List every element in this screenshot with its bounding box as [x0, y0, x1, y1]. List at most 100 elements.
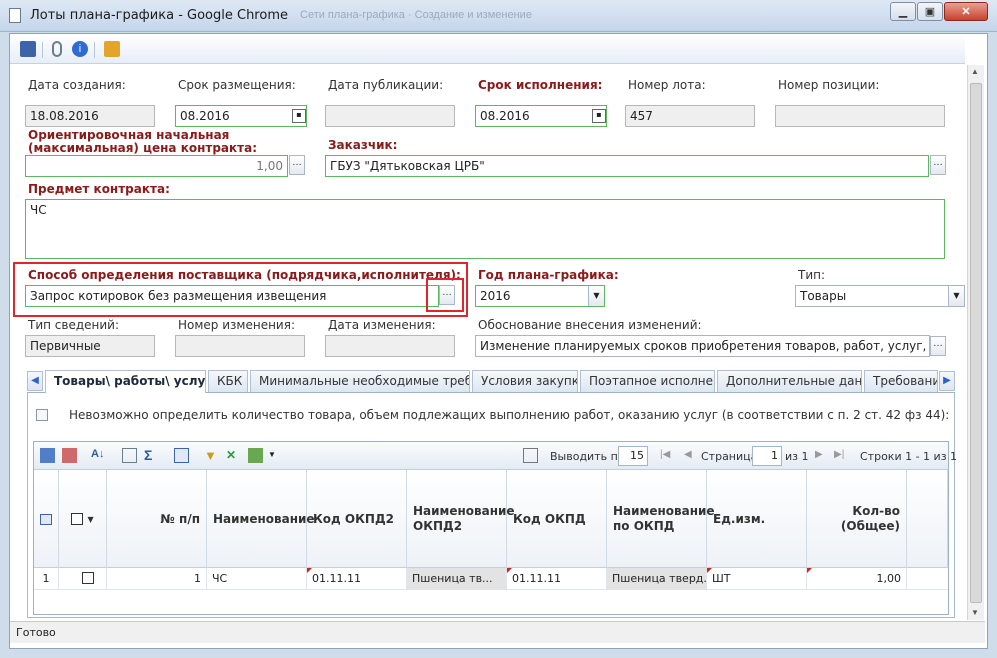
page-input[interactable]: 1	[752, 446, 782, 466]
row-checkbox[interactable]	[59, 568, 107, 590]
tab-kbk[interactable]: КБК	[208, 370, 248, 392]
col-quantity[interactable]: Кол-во (Общее)	[807, 470, 907, 568]
tab-goods[interactable]: Товары\ работы\ услуги	[45, 370, 206, 393]
type-select[interactable]: Товары ▼	[795, 285, 965, 307]
col-unit[interactable]: Ед.изм.	[707, 470, 807, 568]
calendar-icon[interactable]: ▪	[292, 109, 306, 123]
plan-year-select[interactable]: 2016 ▼	[475, 285, 605, 307]
page-size-input[interactable]: 15	[618, 446, 648, 466]
lot-number-field: 457	[625, 105, 755, 127]
tab-requirements-min[interactable]: Минимальные необходимые требования	[250, 370, 470, 392]
row-num: 1	[107, 568, 207, 590]
page-of-label: из 1	[785, 450, 809, 463]
delete-row-icon[interactable]	[62, 448, 77, 463]
supplier-method-label: Способ определения поставщика (подрядчик…	[28, 268, 461, 282]
row-quantity[interactable]: 1,00	[807, 568, 907, 590]
export-icon[interactable]	[248, 448, 263, 463]
page-icon	[9, 8, 21, 23]
col-okpd-code[interactable]: Код ОКПД	[507, 470, 607, 568]
row-name[interactable]: ЧС	[207, 568, 307, 590]
select-all-checkbox[interactable]: ▼	[59, 470, 107, 568]
change-date-field	[325, 335, 455, 357]
chevron-down-icon[interactable]: ▼	[948, 286, 964, 306]
execution-term-label: Срок исполнения:	[478, 78, 603, 92]
grid-toolbar: A↓ Σ ▼ ✕ ▼ Выводить по 15 |◀ ◀ Страница …	[34, 442, 957, 470]
toolbar-separator	[42, 42, 43, 58]
supplier-method-field[interactable]: Запрос котировок без размещения извещени…	[25, 285, 439, 307]
info-icon[interactable]: i	[72, 41, 88, 57]
tab-strip: ◀ Товары\ работы\ услуги КБК Минимальные…	[27, 370, 955, 393]
plan-year-value: 2016	[480, 289, 511, 303]
subject-label: Предмет контракта:	[28, 182, 170, 196]
info-type-label: Тип сведений:	[28, 318, 120, 332]
placement-term-field[interactable]: 08.2016 ▪	[175, 105, 307, 127]
change-reason-label: Обоснование внесения изменений:	[478, 318, 702, 332]
publish-date-label: Дата публикации:	[328, 78, 444, 92]
row-okpd-name: Пшеница тверд...	[607, 568, 707, 590]
chevron-down-icon[interactable]: ▼	[268, 450, 276, 459]
tab-scroll-right-icon[interactable]: ▶	[939, 371, 955, 391]
row-okpd-code[interactable]: 01.11.11	[507, 568, 607, 590]
table-settings-icon[interactable]	[174, 448, 189, 463]
subject-textarea[interactable]: ЧС	[25, 199, 945, 259]
tab-purchase-conditions[interactable]: Условия закупки	[472, 370, 578, 392]
impossible-quantity-label: Невозможно определить количество товара,…	[69, 408, 950, 422]
next-page-icon[interactable]: ▶	[815, 449, 823, 460]
col-num[interactable]: № п/п	[107, 470, 207, 568]
scroll-up-icon[interactable]: ▲	[971, 67, 979, 76]
date-created-label: Дата создания:	[28, 78, 126, 92]
prev-page-icon[interactable]: ◀	[684, 449, 692, 460]
calendar-icon[interactable]: ▪	[592, 109, 606, 123]
exit-icon[interactable]	[104, 41, 120, 57]
col-okpd-name[interactable]: Наименование по ОКПД	[607, 470, 715, 568]
save-icon[interactable]	[20, 41, 36, 57]
attachment-icon[interactable]	[52, 41, 62, 57]
change-reason-field[interactable]: Изменение планируемых сроков приобретени…	[475, 335, 930, 357]
initial-price-field[interactable]: 1,00	[25, 155, 288, 177]
date-created-field: 18.08.2016	[25, 105, 155, 127]
col-okpd2-name[interactable]: Наименование ОКПД2	[407, 470, 515, 568]
row-unit[interactable]: ШТ	[707, 568, 807, 590]
close-button[interactable]: ✕	[944, 2, 988, 21]
col-okpd2-code[interactable]: Код ОКПД2	[307, 470, 407, 568]
type-value: Товары	[800, 289, 847, 303]
excel-icon[interactable]: ✕	[226, 448, 241, 463]
row-okpd2-code[interactable]: 01.11.11	[307, 568, 407, 590]
publish-date-field	[325, 105, 455, 127]
vertical-scrollbar[interactable]: ▲ ▼	[967, 65, 984, 620]
type-label: Тип:	[798, 268, 826, 282]
table-row[interactable]: 1 1 ЧС 01.11.11 Пшеница тв... 01.11.11 П…	[34, 568, 948, 590]
tab-additional-data[interactable]: Дополнительные данные	[717, 370, 862, 392]
maximize-button[interactable]: ▣	[917, 2, 943, 21]
minimize-button[interactable]: ▁	[890, 2, 916, 21]
row-index: 1	[34, 568, 59, 590]
sum-icon[interactable]: Σ	[144, 448, 159, 463]
col-name[interactable]: Наименование	[207, 470, 315, 568]
first-page-icon[interactable]: |◀	[660, 449, 670, 460]
position-number-label: Номер позиции:	[778, 78, 880, 92]
filter-icon[interactable]: ▼	[204, 448, 219, 463]
impossible-quantity-checkbox[interactable]	[36, 409, 48, 421]
page-label: Страница	[701, 450, 758, 463]
customer-field[interactable]: ГБУЗ "Дятьковская ЦРБ"	[325, 155, 929, 177]
placement-term-label: Срок размещения:	[178, 78, 296, 92]
add-row-icon[interactable]	[40, 448, 55, 463]
copy-icon[interactable]	[122, 448, 137, 463]
grid-settings-icon[interactable]	[34, 470, 59, 568]
change-reason-picker-button[interactable]: …	[930, 336, 946, 356]
last-page-icon[interactable]: ▶|	[834, 449, 844, 460]
initial-price-picker-button[interactable]: …	[289, 155, 305, 175]
customer-picker-button[interactable]: …	[930, 155, 946, 175]
scroll-down-icon[interactable]: ▼	[971, 608, 979, 617]
page-size-icon	[523, 448, 538, 463]
tab-requirements[interactable]: Требования	[864, 370, 938, 392]
tab-scroll-left-icon[interactable]: ◀	[27, 371, 43, 391]
chevron-down-icon[interactable]: ▼	[588, 286, 604, 306]
execution-term-field[interactable]: 08.2016 ▪	[475, 105, 607, 127]
tab-staged-execution[interactable]: Поэтапное исполнение	[580, 370, 715, 392]
sort-az-icon[interactable]: A↓	[91, 448, 106, 463]
show-per-page-label: Выводить по	[550, 450, 625, 463]
row-okpd2-name: Пшеница тв...	[407, 568, 507, 590]
initial-price-label-line2: (максимальная) цена контракта:	[28, 141, 258, 155]
scrollbar-thumb[interactable]	[970, 83, 982, 603]
